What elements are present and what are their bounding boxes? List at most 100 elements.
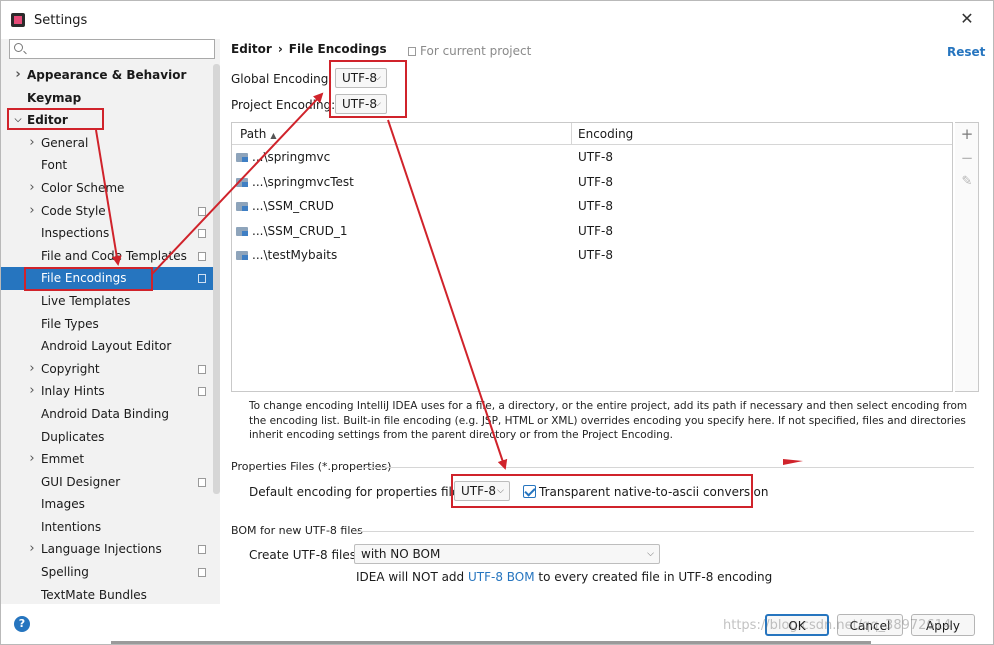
module-folder-icon: [236, 251, 248, 260]
sidebar-item-color-scheme[interactable]: › Color Scheme: [1, 177, 213, 200]
sidebar-item-inlay-hints[interactable]: › Inlay Hints: [1, 380, 213, 403]
encoding-cell[interactable]: UTF-8: [578, 145, 613, 169]
sidebar-item-label: File Types: [41, 316, 99, 331]
breadcrumb: Editor › File Encodings: [231, 42, 387, 56]
sidebar-scrollbar[interactable]: [213, 64, 220, 494]
sidebar-item-inspections[interactable]: Inspections: [1, 222, 213, 245]
chevron-right-icon[interactable]: ›: [27, 177, 37, 200]
apply-button[interactable]: Apply: [911, 614, 975, 636]
properties-encoding-dropdown[interactable]: UTF-8 ⌵: [454, 481, 510, 501]
path-cell: ...\SSM_CRUD: [252, 199, 334, 213]
chevron-right-icon[interactable]: ›: [27, 132, 37, 155]
sidebar-item-appearance-behavior[interactable]: › Appearance & Behavior: [1, 64, 213, 87]
transparent-conversion-checkbox[interactable]: [523, 485, 536, 498]
project-encoding-dropdown[interactable]: UTF-8 ⌵: [335, 94, 387, 114]
sidebar-item-intentions[interactable]: Intentions: [1, 516, 213, 539]
column-divider[interactable]: [571, 123, 572, 145]
breadcrumb-parent[interactable]: Editor: [231, 42, 272, 56]
sidebar-item-file-types[interactable]: File Types: [1, 313, 213, 336]
transparent-conversion-label[interactable]: Transparent native-to-ascii conversion: [539, 485, 768, 499]
chevron-right-icon[interactable]: ›: [27, 538, 37, 561]
close-icon[interactable]: ✕: [957, 9, 977, 29]
sidebar-item-images[interactable]: Images: [1, 493, 213, 516]
path-cell: ...\springmvc: [252, 150, 331, 164]
encoding-description: To change encoding IntelliJ IDEA uses fo…: [249, 400, 968, 441]
global-encoding-dropdown[interactable]: UTF-8 ⌵: [335, 68, 387, 88]
sidebar-item-copyright[interactable]: › Copyright: [1, 358, 213, 381]
add-icon[interactable]: +: [959, 126, 975, 142]
project-scope-icon: [198, 477, 206, 487]
bom-section-title: BOM for new UTF-8 files: [231, 524, 363, 537]
sidebar-item-duplicates[interactable]: Duplicates: [1, 426, 213, 449]
sidebar-item-label: File Encodings: [41, 271, 127, 286]
path-cell: ...\SSM_CRUD_1: [252, 223, 348, 238]
sidebar-item-textmate-bundles[interactable]: TextMate Bundles: [1, 584, 213, 604]
table-row[interactable]: ...\SSM_CRUD UTF-8: [232, 194, 952, 218]
sidebar-item-gui-designer[interactable]: GUI Designer: [1, 471, 213, 494]
utf8-bom-link[interactable]: UTF-8 BOM: [468, 570, 535, 584]
file-encodings-panel: Editor › File Encodings For current projec…: [221, 39, 993, 604]
create-utf8-dropdown[interactable]: with NO BOM ⌵: [354, 544, 660, 564]
sidebar-item-label: Duplicates: [41, 429, 105, 444]
properties-encoding-value: UTF-8: [461, 484, 496, 498]
sidebar-item-label: File and Code Templates: [41, 248, 187, 263]
settings-window: Settings ✕ › Appearance & Behavior Keymap ⌵…: [0, 0, 994, 645]
encoding-cell[interactable]: UTF-8: [578, 170, 613, 194]
chevron-right-icon[interactable]: ›: [27, 358, 37, 381]
sidebar-item-file-encodings[interactable]: File Encodings: [1, 267, 213, 290]
chevron-right-icon[interactable]: ›: [27, 380, 37, 403]
table-row[interactable]: ...\springmvc UTF-8: [232, 145, 952, 169]
project-scope-icon: [198, 364, 206, 374]
sidebar-item-keymap[interactable]: Keymap: [1, 87, 213, 110]
chevron-right-icon[interactable]: ›: [27, 200, 37, 223]
reset-link[interactable]: Reset: [947, 45, 985, 59]
encoding-cell[interactable]: UTF-8: [578, 194, 613, 218]
chevron-down-icon: ⌵: [374, 99, 381, 109]
sidebar-item-emmet[interactable]: › Emmet: [1, 448, 213, 471]
sidebar-item-code-style[interactable]: › Code Style: [1, 200, 213, 223]
project-scope-icon: [198, 568, 206, 578]
table-row[interactable]: ...\testMybaits UTF-8: [232, 243, 952, 267]
sidebar-item-editor[interactable]: ⌵ Editor: [1, 109, 213, 132]
remove-icon[interactable]: −: [959, 150, 975, 166]
sidebar-item-live-templates[interactable]: Live Templates: [1, 290, 213, 313]
encoding-cell[interactable]: UTF-8: [578, 243, 613, 267]
ok-button[interactable]: OK: [765, 614, 829, 636]
sidebar-item-label: Inspections: [41, 226, 110, 241]
chevron-right-icon[interactable]: ›: [13, 64, 23, 87]
sidebar-item-file-and-code-templates[interactable]: File and Code Templates: [1, 245, 213, 268]
cancel-button[interactable]: Cancel: [837, 614, 903, 636]
sidebar-item-label: Android Data Binding: [41, 406, 170, 421]
sidebar-item-general[interactable]: › General: [1, 132, 213, 155]
sidebar-item-android-data-binding[interactable]: Android Data Binding: [1, 403, 213, 426]
edit-icon[interactable]: ✎: [959, 174, 975, 190]
settings-search-box[interactable]: [9, 39, 215, 59]
sidebar-item-language-injections[interactable]: › Language Injections: [1, 538, 213, 561]
sidebar-item-spelling[interactable]: Spelling: [1, 561, 213, 584]
sidebar-item-font[interactable]: Font: [1, 154, 213, 177]
sidebar-item-label: General: [41, 135, 89, 150]
sidebar-item-label: Android Layout Editor: [41, 339, 172, 354]
intellij-logo-icon: [11, 13, 25, 27]
chevron-down-icon: ⌵: [374, 73, 381, 83]
column-header-encoding[interactable]: Encoding: [578, 123, 633, 145]
breadcrumb-separator: ›: [277, 42, 283, 56]
sidebar-item-label: Inlay Hints: [41, 384, 105, 399]
dialog-footer: ? OK Cancel Apply https://blog.csdn.net/…: [1, 604, 993, 644]
chevron-right-icon[interactable]: ›: [27, 448, 37, 471]
sidebar-item-label: Code Style: [41, 203, 106, 218]
chevron-down-icon[interactable]: ⌵: [13, 109, 23, 132]
window-title: Settings: [34, 13, 88, 28]
sidebar-item-android-layout-editor[interactable]: Android Layout Editor: [1, 335, 213, 358]
table-row[interactable]: ...\SSM_CRUD_1 UTF-8: [232, 219, 952, 243]
table-row[interactable]: ...\springmvcTest UTF-8: [232, 170, 952, 194]
column-header-path[interactable]: Path ▲: [240, 123, 277, 145]
create-utf8-value: with NO BOM: [361, 547, 441, 561]
sort-ascending-icon: ▲: [270, 131, 277, 140]
encoding-cell[interactable]: UTF-8: [578, 219, 613, 243]
project-scope-icon: [198, 387, 206, 397]
help-icon[interactable]: ?: [14, 616, 30, 632]
global-encoding-label: Global Encoding:: [231, 72, 333, 86]
settings-search-input[interactable]: [28, 41, 212, 57]
sidebar-item-label: Appearance & Behavior: [27, 68, 187, 82]
